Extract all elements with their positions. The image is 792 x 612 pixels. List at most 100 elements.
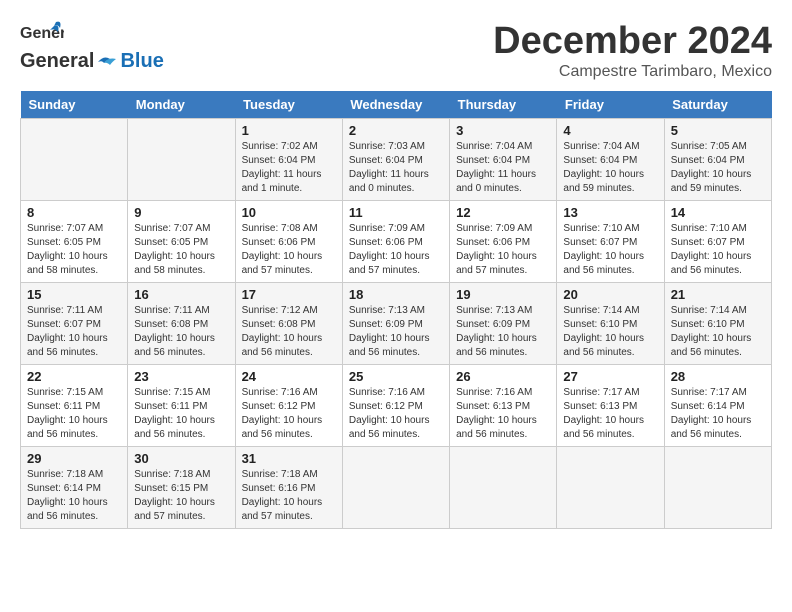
calendar-cell: 24 Sunrise: 7:16 AMSunset: 6:12 PMDayligh… — [235, 365, 342, 447]
header-monday: Monday — [128, 91, 235, 119]
logo-blue: Blue — [120, 50, 163, 73]
day-info: Sunrise: 7:11 AMSunset: 6:08 PMDaylight:… — [134, 304, 228, 360]
day-info: Sunrise: 7:09 AMSunset: 6:06 PMDaylight:… — [456, 222, 550, 278]
day-number: 2 — [349, 123, 443, 138]
calendar-cell: 2 Sunrise: 7:03 AMSunset: 6:04 PMDaylight… — [342, 119, 449, 201]
calendar-cell: 13Sunrise: 7:10 AMSunset: 6:07 PMDayligh… — [557, 201, 664, 283]
day-number: 1 — [242, 123, 336, 138]
header-sunday: Sunday — [21, 91, 128, 119]
calendar-cell: 12 Sunrise: 7:09 AMSunset: 6:06 PMDayligh… — [450, 201, 557, 283]
day-number: 16 — [134, 287, 228, 302]
day-number: 8 — [27, 205, 121, 220]
day-number: 27 — [563, 369, 657, 384]
logo-icon: General — [20, 20, 64, 50]
logo: General General Blue — [20, 20, 164, 73]
day-info: Sunrise: 7:13 AMSunset: 6:09 PMDaylight:… — [456, 304, 550, 360]
day-info: Sunrise: 7:09 AMSunset: 6:06 PMDaylight:… — [349, 222, 443, 278]
day-info: Sunrise: 7:02 AMSunset: 6:04 PMDaylight:… — [242, 140, 336, 196]
week-row-4: 22 Sunrise: 7:15 AMSunset: 6:11 PMDayligh… — [21, 365, 772, 447]
header-wednesday: Wednesday — [342, 91, 449, 119]
day-number: 18 — [349, 287, 443, 302]
calendar-cell: 27Sunrise: 7:17 AMSunset: 6:13 PMDayligh… — [557, 365, 664, 447]
page-header: General General Blue December 2024 Campe… — [20, 20, 772, 81]
header-thursday: Thursday — [450, 91, 557, 119]
logo-general: General — [20, 50, 94, 73]
day-number: 24 — [242, 369, 336, 384]
calendar-cell — [664, 447, 771, 529]
day-number: 26 — [456, 369, 550, 384]
day-info: Sunrise: 7:04 AMSunset: 6:04 PMDaylight:… — [563, 140, 657, 196]
week-row-2: 8 Sunrise: 7:07 AMSunset: 6:05 PMDaylight… — [21, 201, 772, 283]
header-saturday: Saturday — [664, 91, 771, 119]
calendar-cell: 25 Sunrise: 7:16 AMSunset: 6:12 PMDayligh… — [342, 365, 449, 447]
day-number: 22 — [27, 369, 121, 384]
day-info: Sunrise: 7:08 AMSunset: 6:06 PMDaylight:… — [242, 222, 336, 278]
calendar-cell: 28 Sunrise: 7:17 AMSunset: 6:14 PMDayligh… — [664, 365, 771, 447]
day-info: Sunrise: 7:17 AMSunset: 6:14 PMDaylight:… — [671, 386, 765, 442]
calendar-cell: 17Sunrise: 7:12 AMSunset: 6:08 PMDayligh… — [235, 283, 342, 365]
calendar-table: SundayMondayTuesdayWednesdayThursdayFrid… — [20, 91, 772, 529]
day-info: Sunrise: 7:07 AMSunset: 6:05 PMDaylight:… — [27, 222, 121, 278]
day-info: Sunrise: 7:18 AMSunset: 6:15 PMDaylight:… — [134, 468, 228, 524]
calendar-cell: 10 Sunrise: 7:08 AMSunset: 6:06 PMDayligh… — [235, 201, 342, 283]
calendar-cell — [128, 119, 235, 201]
day-info: Sunrise: 7:16 AMSunset: 6:12 PMDaylight:… — [349, 386, 443, 442]
calendar-cell — [342, 447, 449, 529]
day-number: 25 — [349, 369, 443, 384]
day-info: Sunrise: 7:14 AMSunset: 6:10 PMDaylight:… — [563, 304, 657, 360]
day-info: Sunrise: 7:18 AMSunset: 6:16 PMDaylight:… — [242, 468, 336, 524]
day-info: Sunrise: 7:10 AMSunset: 6:07 PMDaylight:… — [671, 222, 765, 278]
day-number: 9 — [134, 205, 228, 220]
calendar-cell: 5 Sunrise: 7:05 AMSunset: 6:04 PMDaylight… — [664, 119, 771, 201]
header-tuesday: Tuesday — [235, 91, 342, 119]
day-number: 17 — [242, 287, 336, 302]
calendar-cell: 4 Sunrise: 7:04 AMSunset: 6:04 PMDaylight… — [557, 119, 664, 201]
day-number: 4 — [563, 123, 657, 138]
day-info: Sunrise: 7:04 AMSunset: 6:04 PMDaylight:… — [456, 140, 550, 196]
day-number: 14 — [671, 205, 765, 220]
day-info: Sunrise: 7:13 AMSunset: 6:09 PMDaylight:… — [349, 304, 443, 360]
calendar-cell: 1 Sunrise: 7:02 AMSunset: 6:04 PMDaylight… — [235, 119, 342, 201]
calendar-cell: 20 Sunrise: 7:14 AMSunset: 6:10 PMDayligh… — [557, 283, 664, 365]
calendar-cell: 31 Sunrise: 7:18 AMSunset: 6:16 PMDayligh… — [235, 447, 342, 529]
calendar-cell: 22 Sunrise: 7:15 AMSunset: 6:11 PMDayligh… — [21, 365, 128, 447]
day-info: Sunrise: 7:05 AMSunset: 6:04 PMDaylight:… — [671, 140, 765, 196]
day-number: 5 — [671, 123, 765, 138]
day-number: 28 — [671, 369, 765, 384]
month-title: December 2024 — [493, 20, 772, 63]
calendar-cell: 8 Sunrise: 7:07 AMSunset: 6:05 PMDaylight… — [21, 201, 128, 283]
calendar-cell: 29Sunrise: 7:18 AMSunset: 6:14 PMDayligh… — [21, 447, 128, 529]
location-title: Campestre Tarimbaro, Mexico — [493, 63, 772, 81]
bird-icon — [96, 55, 118, 69]
calendar-cell — [21, 119, 128, 201]
day-number: 11 — [349, 205, 443, 220]
calendar-cell: 3 Sunrise: 7:04 AMSunset: 6:04 PMDaylight… — [450, 119, 557, 201]
week-row-1: 1 Sunrise: 7:02 AMSunset: 6:04 PMDaylight… — [21, 119, 772, 201]
day-info: Sunrise: 7:03 AMSunset: 6:04 PMDaylight:… — [349, 140, 443, 196]
day-info: Sunrise: 7:15 AMSunset: 6:11 PMDaylight:… — [27, 386, 121, 442]
calendar-cell: 26Sunrise: 7:16 AMSunset: 6:13 PMDayligh… — [450, 365, 557, 447]
day-number: 29 — [27, 451, 121, 466]
day-number: 20 — [563, 287, 657, 302]
day-info: Sunrise: 7:14 AMSunset: 6:10 PMDaylight:… — [671, 304, 765, 360]
day-number: 31 — [242, 451, 336, 466]
calendar-cell: 15 Sunrise: 7:11 AMSunset: 6:07 PMDayligh… — [21, 283, 128, 365]
day-info: Sunrise: 7:07 AMSunset: 6:05 PMDaylight:… — [134, 222, 228, 278]
calendar-cell: 16 Sunrise: 7:11 AMSunset: 6:08 PMDayligh… — [128, 283, 235, 365]
day-info: Sunrise: 7:16 AMSunset: 6:12 PMDaylight:… — [242, 386, 336, 442]
day-number: 10 — [242, 205, 336, 220]
day-number: 3 — [456, 123, 550, 138]
calendar-cell: 23Sunrise: 7:15 AMSunset: 6:11 PMDayligh… — [128, 365, 235, 447]
calendar-cell: 14 Sunrise: 7:10 AMSunset: 6:07 PMDayligh… — [664, 201, 771, 283]
day-number: 12 — [456, 205, 550, 220]
day-number: 23 — [134, 369, 228, 384]
day-number: 21 — [671, 287, 765, 302]
day-number: 15 — [27, 287, 121, 302]
calendar-cell: 19 Sunrise: 7:13 AMSunset: 6:09 PMDayligh… — [450, 283, 557, 365]
day-info: Sunrise: 7:11 AMSunset: 6:07 PMDaylight:… — [27, 304, 121, 360]
day-number: 19 — [456, 287, 550, 302]
title-block: December 2024 Campestre Tarimbaro, Mexic… — [493, 20, 772, 81]
calendar-cell: 18 Sunrise: 7:13 AMSunset: 6:09 PMDayligh… — [342, 283, 449, 365]
week-row-3: 15 Sunrise: 7:11 AMSunset: 6:07 PMDayligh… — [21, 283, 772, 365]
calendar-cell: 9 Sunrise: 7:07 AMSunset: 6:05 PMDaylight… — [128, 201, 235, 283]
